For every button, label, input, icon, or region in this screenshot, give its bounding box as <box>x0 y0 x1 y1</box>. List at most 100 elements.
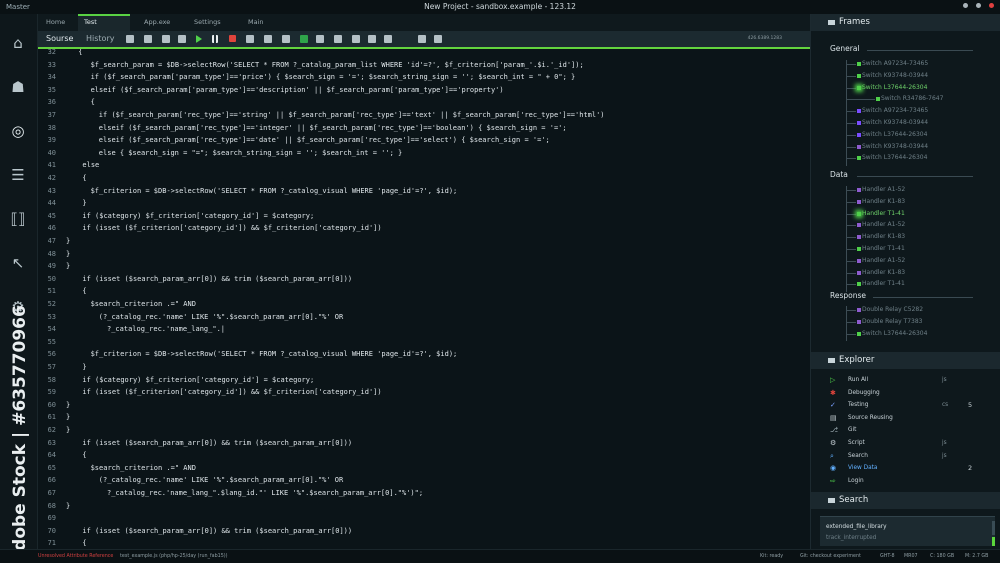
explorer-item[interactable]: ▷ Run All js <box>811 374 1000 386</box>
scrollbar-thumb[interactable] <box>992 537 995 546</box>
code-line[interactable]: 67 ?_catalog_rec.'name_lang_".$lang_id."'… <box>38 487 810 499</box>
frame-item[interactable]: Switch K93748-03944 <box>846 117 928 129</box>
code-line[interactable]: 46 if (isset ($f_criterion['category_id']… <box>38 222 810 234</box>
pause-icon[interactable] <box>212 35 218 43</box>
code-line[interactable]: 71 { <box>38 537 810 549</box>
code-icon[interactable]: ⟦⟧ <box>9 210 27 228</box>
code-line[interactable]: 66 (?_catalog_rec.'name' LIKE '%".$search… <box>38 474 810 486</box>
frame-item[interactable]: Switch A97234-73465 <box>846 58 928 70</box>
tab-settings[interactable]: Settings <box>188 14 227 31</box>
stop-icon[interactable] <box>229 35 236 42</box>
frame-item[interactable]: Switch L37644-26304 <box>846 328 927 340</box>
code-line[interactable]: 47} <box>38 235 810 247</box>
frame-item[interactable]: Switch R34786-7647 <box>846 93 943 105</box>
frame-item[interactable]: Handler K1-83 <box>846 196 905 208</box>
import-icon[interactable] <box>368 35 376 43</box>
copy-icon[interactable] <box>144 35 152 43</box>
code-line[interactable]: 35 elseif ($f_search_param['param_type']=… <box>38 84 810 96</box>
code-line[interactable]: 69 <box>38 512 810 524</box>
deploy-icon[interactable] <box>300 35 308 43</box>
frame-item[interactable]: Switch K93748-03944 <box>846 70 928 82</box>
code-line[interactable]: 32 { <box>38 49 810 58</box>
history-tab[interactable]: History <box>86 34 114 43</box>
code-line[interactable]: 58 if ($category) $f_criterion['category_… <box>38 374 810 386</box>
status-git[interactable]: Git: checkout experiment <box>800 554 861 559</box>
code-editor[interactable]: 32 {33 $f_search_param = $DB->selectRow('S… <box>38 49 810 549</box>
tab-test-print[interactable]: Test Print× <box>78 14 130 39</box>
code-line[interactable]: 61} <box>38 411 810 423</box>
save-icon[interactable] <box>126 35 134 43</box>
explorer-item[interactable]: ▤ Source Reusing <box>811 412 1000 424</box>
search-header[interactable]: Search <box>811 492 1000 509</box>
frame-item[interactable]: Handler A1-52 <box>846 255 905 267</box>
frame-item[interactable]: Handler T1-41 <box>846 278 905 290</box>
frame-item[interactable]: Switch A97234-73465 <box>846 105 928 117</box>
frame-item[interactable]: Switch L37644-26304 <box>846 82 927 94</box>
code-line[interactable]: 49} <box>38 260 810 272</box>
export-icon[interactable] <box>352 35 360 43</box>
code-line[interactable]: 63 if (isset ($search_param_arr[0]) && tr… <box>38 437 810 449</box>
stop-square-icon[interactable] <box>178 35 186 43</box>
explorer-item[interactable]: ✓ Testing cs 5 <box>811 399 1000 411</box>
cursor-icon[interactable]: ↖ <box>9 254 27 272</box>
frame-item[interactable]: Handler A1-52 <box>846 219 905 231</box>
layers-icon[interactable] <box>316 35 324 43</box>
frame-item[interactable]: Handler K1-83 <box>846 267 905 279</box>
code-line[interactable]: 60} <box>38 399 810 411</box>
code-line[interactable]: 41 else <box>38 159 810 171</box>
code-line[interactable]: 50 if (isset ($search_param_arr[0]) && tr… <box>38 273 810 285</box>
frame-item[interactable]: Handler T1-41 <box>846 208 905 220</box>
code-line[interactable]: 57} <box>38 361 810 373</box>
split-icon[interactable] <box>334 35 342 43</box>
refresh-icon[interactable] <box>264 35 272 43</box>
explorer-item[interactable]: ⎇ Git <box>811 424 1000 436</box>
clear-icon[interactable] <box>282 35 290 43</box>
maximize-button[interactable] <box>976 3 981 8</box>
explorer-header[interactable]: Explorer <box>811 352 1000 369</box>
frames-header[interactable]: Frames <box>811 14 1000 31</box>
code-line[interactable]: 68} <box>38 500 810 512</box>
explorer-item[interactable]: ◉ View Data 2 <box>811 462 1000 474</box>
users-icon[interactable]: ☗ <box>9 78 27 96</box>
code-line[interactable]: 42 { <box>38 172 810 184</box>
code-line[interactable]: 37 if ($f_search_param['rec_type']=='stri… <box>38 109 810 121</box>
format-icon[interactable] <box>384 35 392 43</box>
code-line[interactable]: 53 (?_catalog_rec.'name' LIKE '%".$search… <box>38 311 810 323</box>
frame-item[interactable]: Handler T1-41 <box>846 243 905 255</box>
code-line[interactable]: 59 if (isset ($f_criterion['category_id']… <box>38 386 810 398</box>
back-icon[interactable] <box>418 35 426 43</box>
code-line[interactable]: 70 if (isset ($search_param_arr[0]) && tr… <box>38 525 810 537</box>
frame-item[interactable]: Double Relay T7383 <box>846 316 923 328</box>
tab-home[interactable]: Home <box>40 14 71 31</box>
paste-icon[interactable] <box>162 35 170 43</box>
code-line[interactable]: 45 if ($category) $f_criterion['category_… <box>38 210 810 222</box>
code-line[interactable]: 48} <box>38 248 810 260</box>
run-icon[interactable] <box>196 35 202 43</box>
minimize-button[interactable] <box>963 3 968 8</box>
code-line[interactable]: 38 elseif ($f_search_param['rec_type']=='… <box>38 122 810 134</box>
code-line[interactable]: 55 <box>38 336 810 348</box>
code-line[interactable]: 33 $f_search_param = $DB->selectRow('SELE… <box>38 59 810 71</box>
frame-item[interactable]: Switch L37644-26304 <box>846 152 927 164</box>
code-line[interactable]: 65 $search_criterion .=" AND <box>38 462 810 474</box>
frame-item[interactable]: Handler A1-52 <box>846 184 905 196</box>
explorer-item[interactable]: ⇨ Login <box>811 475 1000 487</box>
home-icon[interactable]: ⌂ <box>9 34 27 52</box>
code-line[interactable]: 54 ?_catalog_rec.'name_lang_".| <box>38 323 810 335</box>
frame-item[interactable]: Handler K1-83 <box>846 231 905 243</box>
target-icon[interactable]: ◎ <box>9 122 27 140</box>
code-line[interactable]: 36 { <box>38 96 810 108</box>
list-icon[interactable]: ☰ <box>9 166 27 184</box>
code-line[interactable]: 52 $search_criterion .=" AND <box>38 298 810 310</box>
code-line[interactable]: 43 $f_criterion = $DB->selectRow('SELECT … <box>38 185 810 197</box>
scrollbar[interactable] <box>992 521 995 535</box>
code-line[interactable]: 44} <box>38 197 810 209</box>
code-line[interactable]: 56 $f_criterion = $DB->selectRow('SELECT … <box>38 348 810 360</box>
error-message[interactable]: Unresolved Attribute Reference <box>38 554 113 559</box>
frame-item[interactable]: Switch K93748-03944 <box>846 141 928 153</box>
code-line[interactable]: 34 if ($f_search_param['param_type']=='pr… <box>38 71 810 83</box>
explorer-item[interactable]: ✱ Debugging <box>811 387 1000 399</box>
tab-app-exe[interactable]: App.exe <box>138 14 176 31</box>
code-line[interactable]: 51 { <box>38 285 810 297</box>
source-tab[interactable]: Sourse <box>46 34 73 43</box>
